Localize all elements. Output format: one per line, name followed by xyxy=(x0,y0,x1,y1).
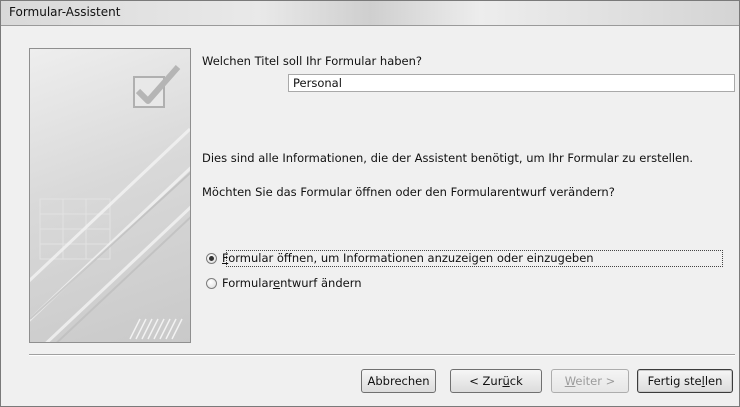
form-title-input[interactable] xyxy=(288,74,735,92)
next-button[interactable]: Weiter > xyxy=(551,369,629,393)
option-modify-design[interactable]: Formularentwurf ändern xyxy=(206,275,364,291)
radio-open-form[interactable] xyxy=(206,252,217,264)
back-button[interactable]: < Zurück xyxy=(450,369,542,393)
title-question-label: Welchen Titel soll Ihr Formular haben? xyxy=(202,54,423,68)
option-open-form-label[interactable]: Formular öffnen, um Informationen anzuze… xyxy=(220,251,596,265)
wizard-window: Formular-Assistent Welchen Titel soll Ih… xyxy=(0,0,740,407)
wizard-body: Welchen Titel soll Ihr Formular haben? D… xyxy=(8,26,735,399)
cancel-button[interactable]: Abbrechen xyxy=(361,369,436,393)
option-open-form[interactable]: Formular öffnen, um Informationen anzuze… xyxy=(206,250,596,266)
wizard-art-panel xyxy=(29,48,191,343)
option-modify-design-label[interactable]: Formularentwurf ändern xyxy=(220,276,364,290)
info-text: Dies sind alle Informationen, die der As… xyxy=(202,151,694,165)
checkmark-form-icon xyxy=(30,65,190,342)
radio-modify-design[interactable] xyxy=(206,277,217,289)
finish-button[interactable]: Fertig stellen xyxy=(637,369,733,393)
title-bar[interactable]: Formular-Assistent xyxy=(1,1,739,26)
window-title: Formular-Assistent xyxy=(9,5,121,19)
question-text: Möchten Sie das Formular öffnen oder den… xyxy=(202,185,615,199)
button-divider xyxy=(29,354,735,356)
